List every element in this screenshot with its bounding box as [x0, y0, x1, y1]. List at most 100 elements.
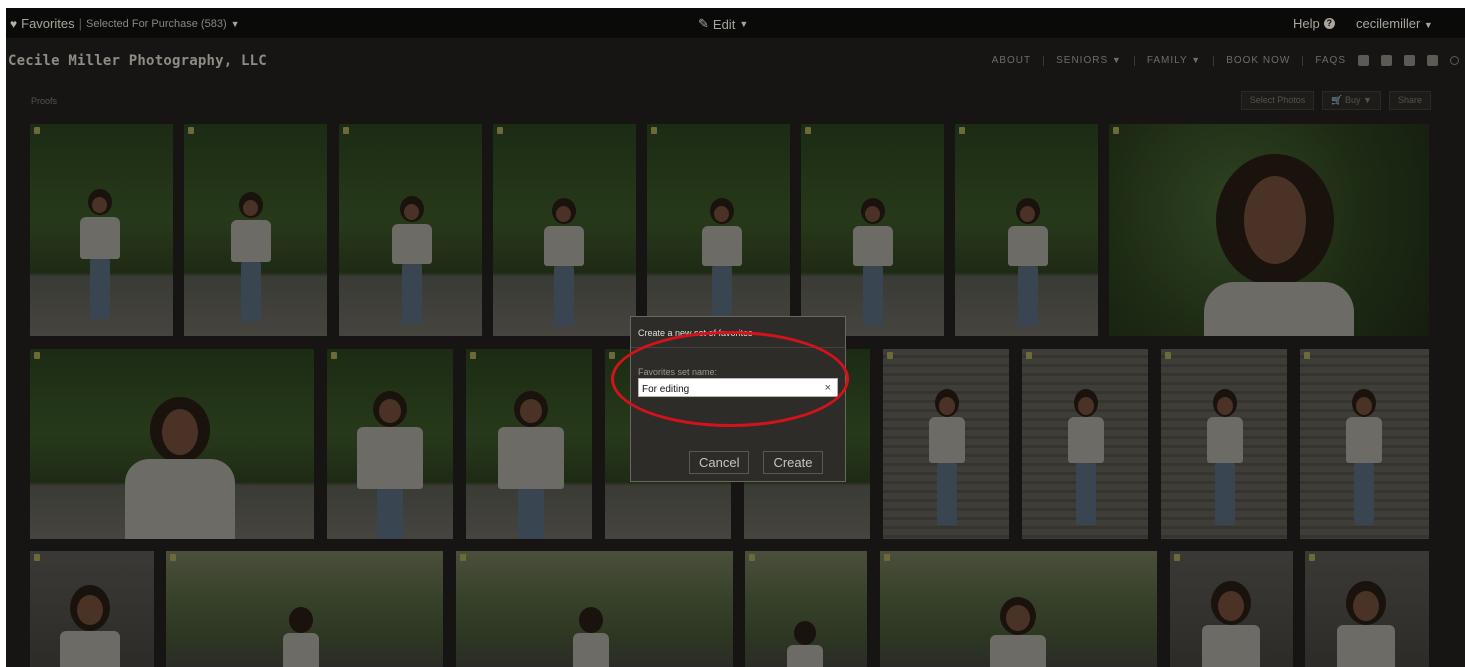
nav-faqs[interactable]: FAQS	[1315, 55, 1346, 66]
photo-subject	[387, 196, 437, 331]
lock-icon	[34, 352, 40, 359]
annotation-circle	[611, 331, 849, 427]
photo-subject	[1344, 389, 1384, 534]
select-photos-button[interactable]: Select Photos	[1240, 91, 1315, 110]
photo-thumbnail[interactable]	[1109, 124, 1429, 336]
photo-thumbnail[interactable]	[745, 551, 867, 667]
site-header: Cecile Miller Photography, LLC ABOUT SEN…	[6, 38, 1465, 86]
edit-menu[interactable]: ✎ Edit ▼	[698, 16, 748, 32]
photo-thumbnail[interactable]	[1022, 349, 1148, 539]
pinterest-icon[interactable]	[1358, 55, 1369, 66]
favorites-menu[interactable]: ♥ Favorites | Selected For Purchase (583…	[10, 16, 240, 31]
chevron-down-icon: ▼	[1423, 20, 1433, 30]
nav-seniors-label: SENIORS	[1056, 55, 1109, 66]
instagram-icon[interactable]	[1404, 55, 1415, 66]
nav-separator	[1213, 55, 1215, 66]
nav-seniors[interactable]: SENIORS ▼	[1056, 55, 1122, 66]
nav-book-now[interactable]: BOOK NOW	[1226, 55, 1290, 66]
lock-icon	[460, 554, 466, 561]
photo-subject	[1003, 198, 1053, 333]
photo-subject	[125, 397, 235, 539]
help-link[interactable]: Help ?	[1293, 16, 1335, 31]
twitter-icon[interactable]	[1381, 55, 1392, 66]
search-icon[interactable]	[1450, 56, 1459, 65]
breadcrumb[interactable]: Proofs	[31, 96, 57, 106]
photo-subject	[1205, 389, 1245, 534]
lock-icon	[651, 127, 657, 134]
cancel-button[interactable]: Cancel	[689, 451, 750, 474]
nav-about[interactable]: ABOUT	[992, 55, 1031, 66]
photo-thumbnail[interactable]	[883, 349, 1009, 539]
lock-icon	[959, 127, 965, 134]
photo-thumbnail[interactable]	[1170, 551, 1293, 667]
photo-subject	[539, 198, 589, 333]
photo-subject	[226, 192, 276, 332]
photo-subject	[1337, 581, 1395, 667]
username: cecilemiller	[1356, 16, 1421, 31]
photo-thumbnail[interactable]	[647, 124, 790, 336]
photo-subject	[848, 198, 898, 333]
favorites-bar: ♥ Favorites | Selected For Purchase (583…	[6, 8, 1465, 38]
chevron-down-icon: ▼	[1191, 55, 1202, 65]
share-button[interactable]: Share	[1388, 91, 1431, 110]
dialog-buttons: Cancel Create	[631, 451, 845, 474]
photo-thumbnail[interactable]	[339, 124, 482, 336]
photo-subject	[1066, 389, 1106, 534]
chevron-down-icon: ▼	[1111, 55, 1122, 65]
pencil-icon: ✎	[698, 16, 709, 31]
lock-icon	[34, 554, 40, 561]
photo-thumbnail[interactable]	[880, 551, 1157, 667]
lock-icon	[343, 127, 349, 134]
photo-thumbnail[interactable]	[955, 124, 1098, 336]
photo-subject	[60, 585, 120, 667]
user-menu[interactable]: cecilemiller ▼	[1356, 16, 1433, 31]
nav-family[interactable]: FAMILY ▼	[1147, 55, 1201, 66]
divider: |	[78, 16, 82, 31]
lock-icon	[170, 554, 176, 561]
photo-subject	[697, 198, 747, 333]
lock-icon	[331, 352, 337, 359]
nav-family-label: FAMILY	[1146, 55, 1188, 66]
photo-thumbnail[interactable]	[456, 551, 733, 667]
lock-icon	[34, 127, 40, 134]
photo-thumbnail[interactable]	[801, 124, 944, 336]
photo-thumbnail[interactable]	[327, 349, 453, 539]
photo-thumbnail[interactable]	[1161, 349, 1287, 539]
lock-icon	[887, 352, 893, 359]
nav-separator	[1302, 55, 1304, 66]
chevron-down-icon: ▼	[1363, 95, 1372, 105]
chevron-down-icon: ▼	[230, 18, 240, 29]
photo-thumbnail[interactable]	[1300, 349, 1429, 539]
photo-thumbnail[interactable]	[166, 551, 443, 667]
lock-icon	[1026, 352, 1032, 359]
photo-subject	[927, 389, 967, 534]
photo-thumbnail[interactable]	[493, 124, 636, 336]
photo-subject	[498, 391, 564, 539]
lock-icon	[1304, 352, 1310, 359]
photo-thumbnail[interactable]	[184, 124, 327, 336]
buy-button[interactable]: 🛒 Buy ▼	[1322, 91, 1381, 110]
lock-icon	[749, 554, 755, 561]
photo-subject	[357, 391, 423, 539]
photo-thumbnail[interactable]	[30, 349, 314, 539]
photo-thumbnail[interactable]	[30, 551, 154, 667]
lock-icon	[497, 127, 503, 134]
create-button[interactable]: Create	[763, 451, 823, 474]
site-brand[interactable]: Cecile Miller Photography, LLC	[8, 53, 267, 69]
photo-thumbnail[interactable]	[466, 349, 592, 539]
nav-separator	[1043, 55, 1045, 66]
photo-thumbnail[interactable]	[1305, 551, 1429, 667]
facebook-icon[interactable]	[1427, 55, 1438, 66]
cart-icon: 🛒	[1331, 95, 1343, 105]
photo-subject	[1202, 581, 1260, 667]
photo-subject	[75, 189, 125, 329]
favorites-label: Favorites	[21, 16, 75, 31]
chevron-down-icon: ▼	[739, 19, 749, 29]
selected-for-purchase: Selected For Purchase (583)	[85, 17, 227, 30]
question-icon: ?	[1323, 18, 1335, 29]
lock-icon	[188, 127, 194, 134]
photo-thumbnail[interactable]	[30, 124, 173, 336]
photo-subject	[281, 607, 321, 667]
lock-icon	[1165, 352, 1171, 359]
lock-icon	[1113, 127, 1119, 134]
